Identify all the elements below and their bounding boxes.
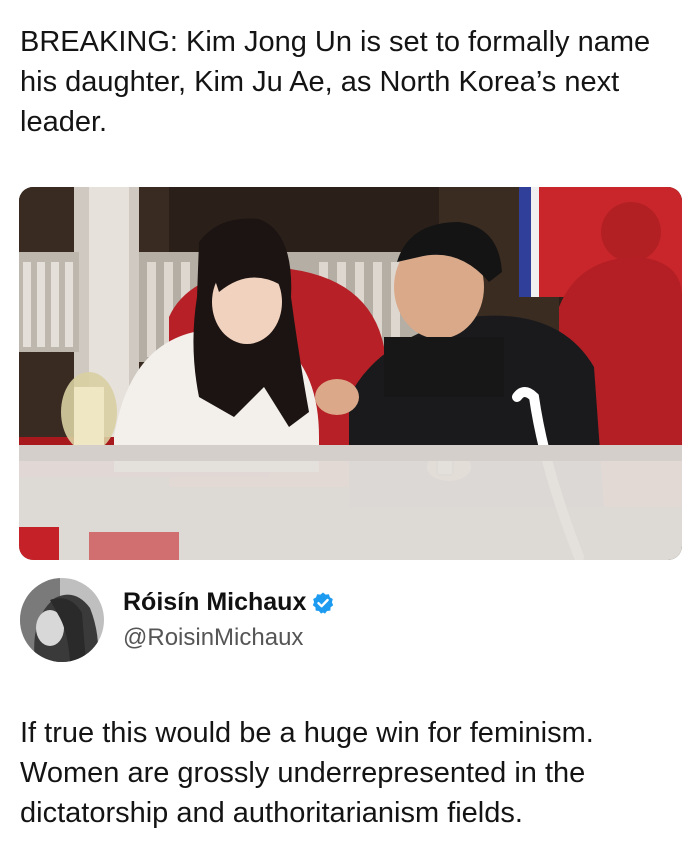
headline-text: BREAKING: Kim Jong Un is set to formally… (20, 26, 651, 138)
tweet-author[interactable]: Róisín Michaux @RoisinMichaux (20, 578, 680, 662)
author-name-text: Róisín Michaux (123, 588, 307, 616)
tweet-text: If true this would be a huge win for fem… (20, 717, 594, 829)
verified-badge-icon (311, 591, 335, 615)
author-name[interactable]: Róisín Michaux (123, 588, 335, 617)
news-photo[interactable] (19, 187, 682, 560)
author-handle[interactable]: @RoisinMichaux (123, 624, 303, 652)
avatar[interactable] (20, 578, 104, 662)
